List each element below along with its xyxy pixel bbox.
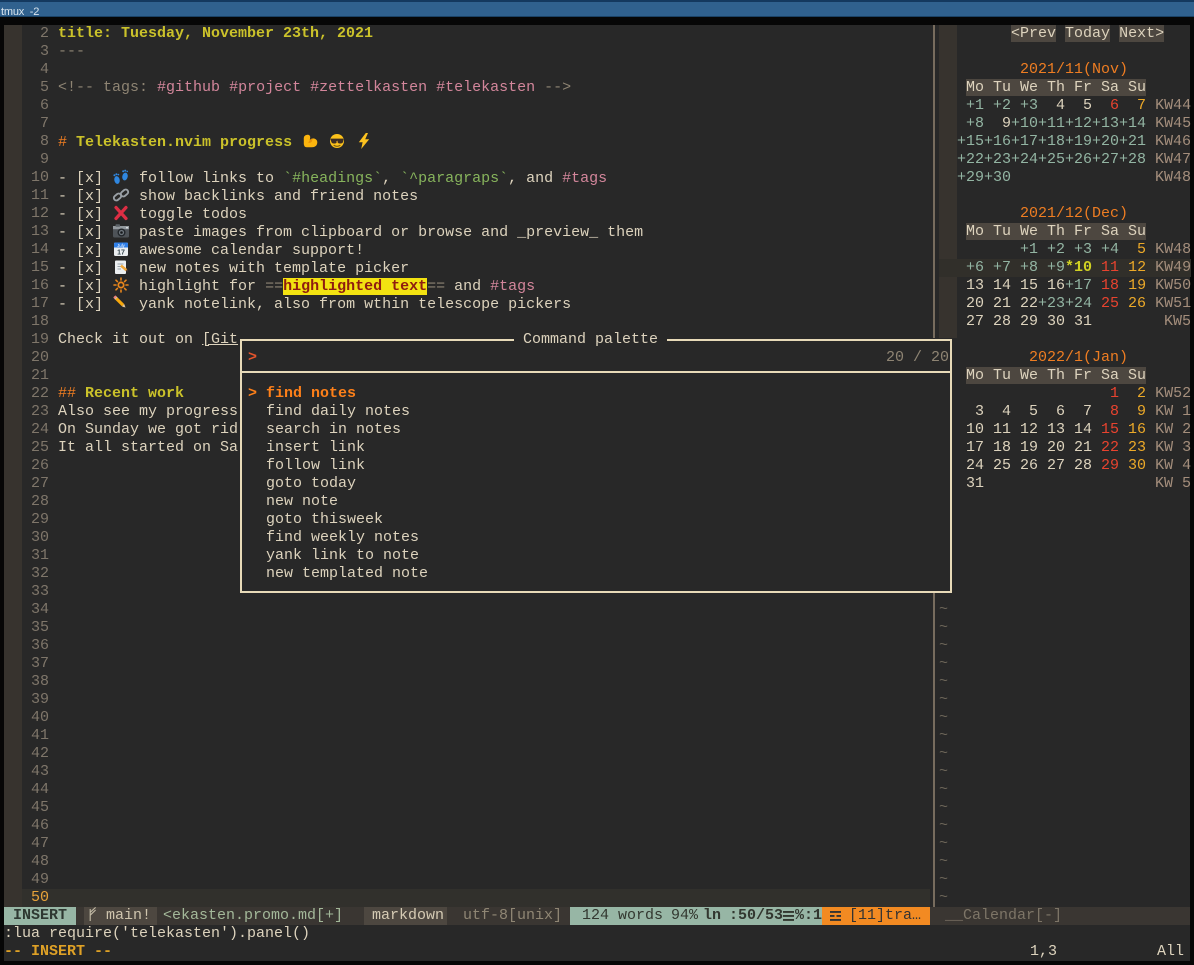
svg-text:July: July bbox=[117, 243, 125, 248]
svg-text:17: 17 bbox=[117, 250, 125, 257]
